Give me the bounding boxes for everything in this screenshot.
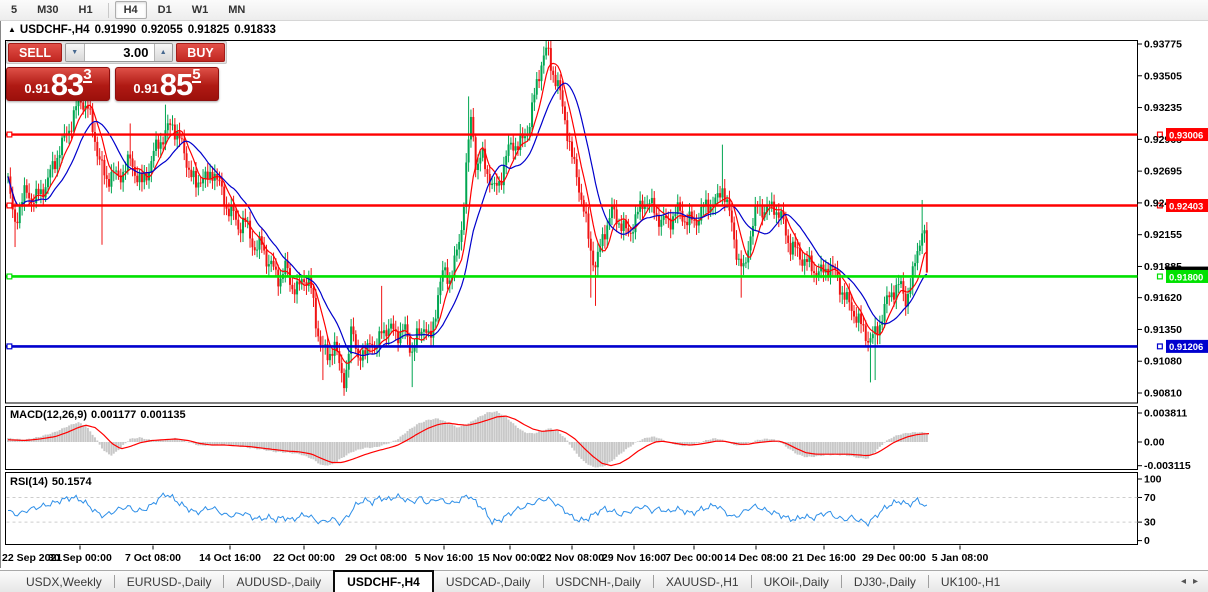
buy-price-box[interactable]: 0.91855	[115, 67, 219, 101]
rsi-name: RSI(14)	[10, 476, 48, 488]
rsi-axis-label: 30	[1144, 517, 1156, 529]
svg-text:29 Dec 00:00: 29 Dec 00:00	[862, 552, 926, 564]
rsi-indicator-label: RSI(14) 50.1574	[10, 476, 96, 488]
svg-text:7 Oct 08:00: 7 Oct 08:00	[125, 552, 181, 564]
svg-text:5 Nov 16:00: 5 Nov 16:00	[415, 552, 474, 564]
svg-text:0.93006: 0.93006	[1169, 130, 1203, 141]
chart-tab-uk100-h1[interactable]: UK100-,H1	[929, 571, 1012, 592]
buy-price-sup: 5	[192, 69, 200, 83]
macd-axis-label: 0.00	[1144, 437, 1165, 449]
volume-input[interactable]	[85, 44, 154, 61]
svg-text:0.90810: 0.90810	[1144, 388, 1182, 400]
chart-tab-xauusd-h1[interactable]: XAUUSD-,H1	[654, 571, 751, 592]
rsi-axis-label: 0	[1144, 535, 1150, 547]
ohlc-open: 0.91990	[95, 24, 137, 36]
svg-text:14 Oct 16:00: 14 Oct 16:00	[199, 552, 261, 564]
volume-increase-icon[interactable]: ▲	[154, 44, 173, 61]
svg-text:0.93775: 0.93775	[1144, 39, 1182, 51]
chart-symbol-label: USDCHF-,H4	[20, 24, 90, 36]
hline-label-support-green: 0.91800	[1166, 270, 1208, 283]
macd-axis-label: 0.003811	[1144, 408, 1187, 420]
svg-text:15 Nov 00:00: 15 Nov 00:00	[478, 552, 542, 564]
ohlc-high: 0.92055	[141, 24, 183, 36]
svg-text:22 Nov 08:00: 22 Nov 08:00	[540, 552, 604, 564]
buy-price-big: 85	[160, 71, 192, 98]
volume-decrease-icon[interactable]: ▼	[66, 44, 85, 61]
trade-panel-toggle-icon[interactable]: ▲	[8, 25, 16, 34]
symbol-tab-bar: USDX,WeeklyEURUSD-,DailyAUDUSD-,DailyUSD…	[0, 570, 1208, 592]
sell-price-box[interactable]: 0.91833	[6, 67, 110, 101]
svg-text:0.93235: 0.93235	[1144, 102, 1182, 114]
hline-support-blue[interactable]	[6, 344, 1162, 349]
sell-price-prefix: 0.91	[24, 79, 49, 98]
tab-scroll-left-icon[interactable]: ◂	[1181, 576, 1186, 587]
rsi-axis-label: 100	[1144, 474, 1162, 486]
hline-label-resistance-2: 0.92403	[1166, 199, 1208, 212]
svg-text:14 Dec 08:00: 14 Dec 08:00	[724, 552, 788, 564]
ohlc-close: 0.91833	[234, 24, 276, 36]
svg-text:0.92695: 0.92695	[1144, 166, 1182, 178]
chart-tab-audusd-daily[interactable]: AUDUSD-,Daily	[224, 571, 333, 592]
trade-panel-price-row: 0.91833 0.91855	[6, 67, 227, 101]
macd-value-1: 0.001177	[91, 409, 136, 421]
svg-text:0.91080: 0.91080	[1144, 356, 1182, 368]
trade-panel-top-row: SELL ▼ ▲ BUY	[6, 41, 227, 64]
svg-text:5 Jan 08:00: 5 Jan 08:00	[932, 552, 989, 564]
svg-text:30 Sep 00:00: 30 Sep 00:00	[48, 552, 112, 564]
svg-text:29 Oct 08:00: 29 Oct 08:00	[345, 552, 407, 564]
svg-text:0.92155: 0.92155	[1144, 229, 1182, 241]
svg-text:0.91206: 0.91206	[1169, 342, 1203, 353]
sell-price-sup: 3	[83, 69, 91, 83]
time-axis: 22 Sep 202130 Sep 00:007 Oct 08:0014 Oct…	[2, 546, 988, 565]
hline-label-support-blue: 0.91206	[1166, 340, 1208, 353]
tab-scroll-arrows: ◂▸	[1181, 571, 1208, 592]
macd-indicator-label: MACD(12,26,9) 0.001177 0.001135	[10, 409, 190, 421]
rsi-axis-label: 70	[1144, 492, 1156, 504]
svg-text:7 Dec 00:00: 7 Dec 00:00	[665, 552, 723, 564]
rsi-line	[8, 493, 927, 526]
trading-app-window: 5M30H1H4D1W1MN ▲USDCHF-,H40.919900.92055…	[0, 0, 1208, 592]
svg-text:21 Dec 16:00: 21 Dec 16:00	[792, 552, 856, 564]
hline-support-green[interactable]	[6, 274, 1162, 279]
svg-text:0.92403: 0.92403	[1169, 201, 1203, 212]
sell-button[interactable]: SELL	[8, 43, 62, 62]
hline-label-resistance-1: 0.93006	[1166, 128, 1208, 141]
chart-tab-usdcad-daily[interactable]: USDCAD-,Daily	[434, 571, 543, 592]
buy-button[interactable]: BUY	[176, 43, 225, 62]
tab-scroll-right-icon[interactable]: ▸	[1193, 576, 1198, 587]
buy-price-prefix: 0.91	[133, 79, 158, 98]
macd-value-2: 0.001135	[140, 409, 185, 421]
svg-text:0.91350: 0.91350	[1144, 324, 1182, 336]
rsi-value: 50.1574	[52, 476, 92, 488]
chart-tab-dj30-daily[interactable]: DJ30-,Daily	[842, 571, 928, 592]
chart-ohlc-header: ▲ USDCHF-,H4 0.91990 0.92055 0.91825 0.91833	[8, 24, 276, 36]
macd-name: MACD(12,26,9)	[10, 409, 87, 421]
svg-text:0.91800: 0.91800	[1169, 272, 1203, 283]
macd-axis-label: -0.003115	[1144, 460, 1191, 472]
svg-text:0.91620: 0.91620	[1144, 292, 1182, 304]
volume-stepper: ▼ ▲	[65, 43, 173, 62]
svg-text:29 Nov 16:00: 29 Nov 16:00	[602, 552, 666, 564]
chart-tab-usdx-weekly[interactable]: USDX,Weekly	[14, 571, 114, 592]
ohlc-low: 0.91825	[188, 24, 230, 36]
chart-tab-usdcnh-daily[interactable]: USDCNH-,Daily	[544, 571, 653, 592]
svg-text:22 Oct 00:00: 22 Oct 00:00	[273, 552, 335, 564]
svg-text:0.93505: 0.93505	[1144, 70, 1182, 82]
sell-price-big: 83	[51, 71, 83, 98]
chart-tab-usdchf-h4[interactable]: USDCHF-,H4	[333, 570, 434, 592]
chart-tab-ukoil-daily[interactable]: UKOil-,Daily	[752, 571, 841, 592]
ma-fast-line	[8, 63, 927, 363]
one-click-trade-panel: SELL ▼ ▲ BUY 0.91833 0.91855	[6, 41, 227, 101]
chart-tab-eurusd-daily[interactable]: EURUSD-,Daily	[115, 571, 224, 592]
